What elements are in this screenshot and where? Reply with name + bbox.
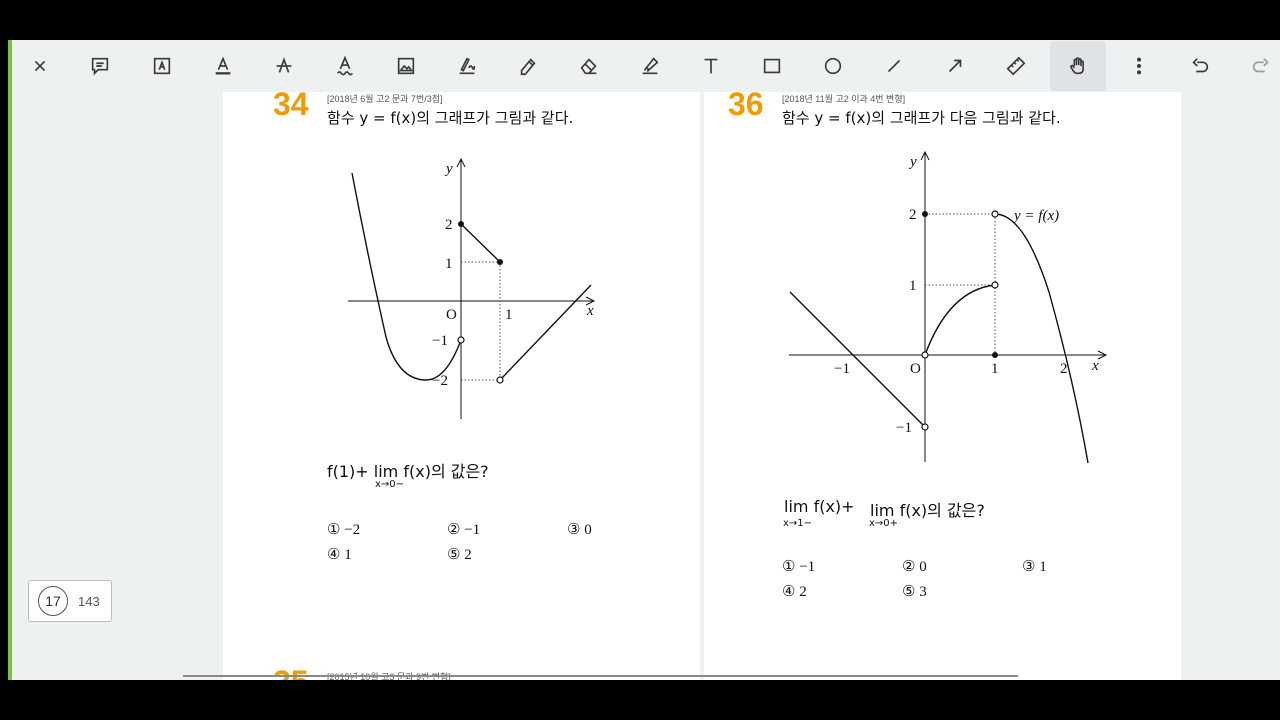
pdf-viewer-app: 34 [2018년 6월 고2 문과 7번/3점] 함수 y = f(x)의 그… (8, 40, 1280, 680)
open-point (991, 281, 999, 289)
y-axis-label: y (444, 161, 453, 177)
answer-choice[interactable]: ① −2 (327, 520, 360, 539)
tick-label: 1 (505, 307, 513, 323)
open-point (457, 336, 465, 344)
curve-label: y = f(x) (1012, 208, 1059, 224)
pen-icon[interactable] (507, 45, 549, 87)
answer-choice[interactable]: ④ 2 (782, 582, 807, 601)
highlighter-icon[interactable] (629, 45, 671, 87)
line-right-branch (499, 284, 592, 381)
rectangle-icon[interactable] (751, 45, 793, 87)
pdf-page-left: 34 [2018년 6월 고2 문과 7번/3점] 함수 y = f(x)의 그… (223, 92, 700, 680)
y-axis-label: y (908, 154, 917, 170)
close-icon[interactable] (19, 45, 61, 87)
x-axis-label: x (1091, 358, 1099, 374)
tick-label: 1 (909, 278, 917, 294)
answer-choice[interactable]: ① −1 (782, 557, 815, 576)
answer-choice[interactable]: ② 0 (902, 557, 927, 576)
closed-point (458, 221, 464, 227)
signature-icon[interactable] (446, 45, 488, 87)
question-source: [2018년 6월 고2 문과 7번/3점] (327, 94, 443, 104)
pan-hand-icon[interactable] (1050, 41, 1106, 91)
total-pages: 143 (78, 593, 100, 609)
open-point (991, 210, 999, 218)
arrow-icon[interactable] (934, 45, 976, 87)
curve-middle (924, 284, 996, 356)
answer-choice[interactable]: ③ 1 (1022, 557, 1047, 576)
left-accent-bar (8, 40, 12, 680)
pdf-page-right: 36 [2018년 11월 고2 이과 4번 변형] 함수 y = f(x)의 … (704, 92, 1181, 680)
limit-subscript: x→0− (375, 479, 405, 490)
answer-choice[interactable]: ⑤ 2 (447, 545, 472, 564)
undo-icon[interactable] (1179, 45, 1221, 87)
limit-subscript: x→0+ (869, 518, 899, 529)
tick-label: 2 (445, 217, 453, 233)
closed-point (922, 211, 928, 217)
open-point (496, 376, 504, 384)
question-expression: f(1)+ lim f(x)의 값은? (327, 462, 489, 481)
text-box-icon[interactable] (141, 45, 183, 87)
strikethrough-icon[interactable] (263, 45, 305, 87)
open-point (921, 423, 929, 431)
tick-label: −1 (834, 361, 850, 377)
open-point (921, 351, 929, 359)
redo-icon[interactable] (1240, 45, 1280, 87)
answer-choice[interactable]: ④ 1 (327, 545, 352, 564)
answer-choice[interactable]: ② −1 (447, 520, 480, 539)
text-icon[interactable] (690, 45, 732, 87)
tick-label: 2 (909, 207, 917, 223)
origin-label: O (910, 361, 921, 377)
tick-label: 1 (991, 361, 999, 377)
question-source: [2018년 11월 고2 이과 4번 변형] (782, 94, 906, 104)
text-color-icon[interactable] (202, 45, 244, 87)
tick-label: −2 (432, 373, 448, 389)
line-icon[interactable] (873, 45, 915, 87)
x-axis-label: x (586, 303, 594, 319)
function-graph-36: y x y = f(x) O −1 1 2 2 1 −1 (789, 150, 1108, 464)
ruler-icon[interactable] (995, 45, 1037, 87)
tick-label: −1 (432, 333, 448, 349)
closed-point (992, 352, 998, 358)
annotation-toolbar (12, 40, 1280, 92)
tick-label: 2 (1060, 361, 1068, 377)
origin-label: O (446, 307, 457, 323)
more-menu-icon[interactable] (1118, 45, 1160, 87)
page-counter[interactable]: 17 143 (28, 580, 112, 622)
current-page-number: 17 (38, 586, 68, 616)
next-question-number: 35 (273, 664, 309, 680)
answer-choice[interactable]: ③ 0 (567, 520, 592, 539)
line-left-branch (789, 291, 926, 428)
question-prompt: 함수 y = f(x)의 그래프가 다음 그림과 같다. (782, 109, 1061, 127)
question-expression-part1: lim f(x)+ (784, 497, 855, 516)
segment-middle (460, 223, 501, 263)
tick-label: 1 (445, 256, 453, 272)
function-graph-34: y x O 1 2 1 −1 −2 (348, 157, 596, 419)
tick-label: −1 (896, 420, 912, 436)
question-number: 34 (273, 92, 309, 122)
closed-point (497, 259, 503, 265)
curve-right-branch (994, 213, 1089, 464)
eraser-icon[interactable] (568, 45, 610, 87)
question-number: 36 (728, 92, 764, 122)
ellipse-icon[interactable] (812, 45, 854, 87)
comment-icon[interactable] (79, 45, 121, 87)
image-icon[interactable] (385, 45, 427, 87)
horizontal-scrollbar[interactable] (183, 675, 1018, 677)
answer-choice[interactable]: ⑤ 3 (902, 582, 927, 601)
limit-subscript: x→1− (783, 518, 813, 529)
question-prompt: 함수 y = f(x)의 그래프가 그림과 같다. (327, 109, 574, 127)
squiggly-text-icon[interactable] (324, 45, 366, 87)
